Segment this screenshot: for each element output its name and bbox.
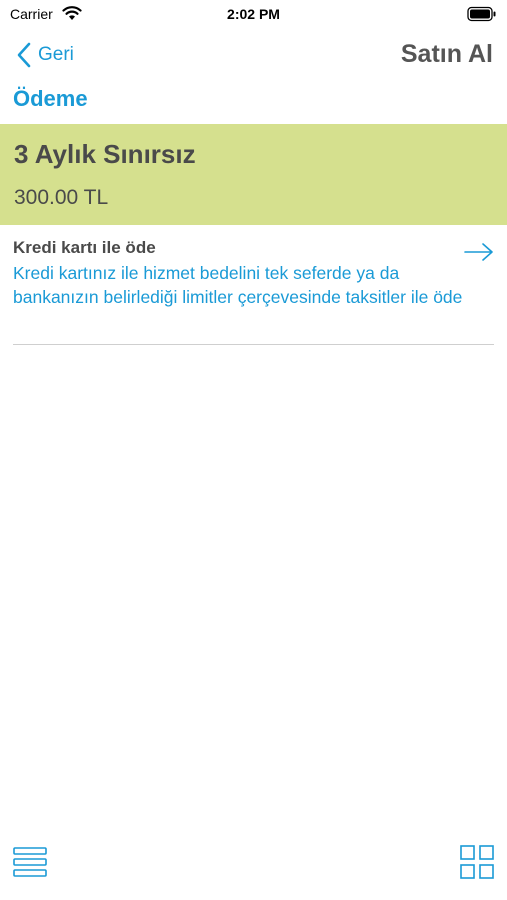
status-time: 2:02 PM xyxy=(227,6,280,22)
grid-icon[interactable] xyxy=(460,845,494,879)
payment-option-description: Kredi kartınız ile hizmet bedelini tek s… xyxy=(13,263,463,307)
payment-option-title: Kredi kartı ile öde xyxy=(13,238,156,257)
navigation-bar: Geri Satın Al xyxy=(0,32,507,76)
product-price: 300.00 TL xyxy=(14,186,109,209)
chevron-left-icon xyxy=(17,42,31,68)
arrow-right-icon xyxy=(464,243,493,261)
page-title: Satın Al xyxy=(400,40,493,68)
back-button-label: Geri xyxy=(38,44,74,65)
status-bar: Carrier 2:02 PM xyxy=(0,0,507,28)
payment-option-credit-card[interactable]: Kredi kartı ile öde Kredi kartınız ile h… xyxy=(13,236,494,345)
battery-icon xyxy=(467,6,496,22)
menu-icon[interactable] xyxy=(13,845,47,879)
product-name: 3 Aylık Sınırsız xyxy=(14,139,196,169)
product-card: 3 Aylık Sınırsız 300.00 TL xyxy=(0,124,507,225)
back-button[interactable]: Geri xyxy=(16,40,74,70)
section-title: Ödeme xyxy=(13,86,88,111)
